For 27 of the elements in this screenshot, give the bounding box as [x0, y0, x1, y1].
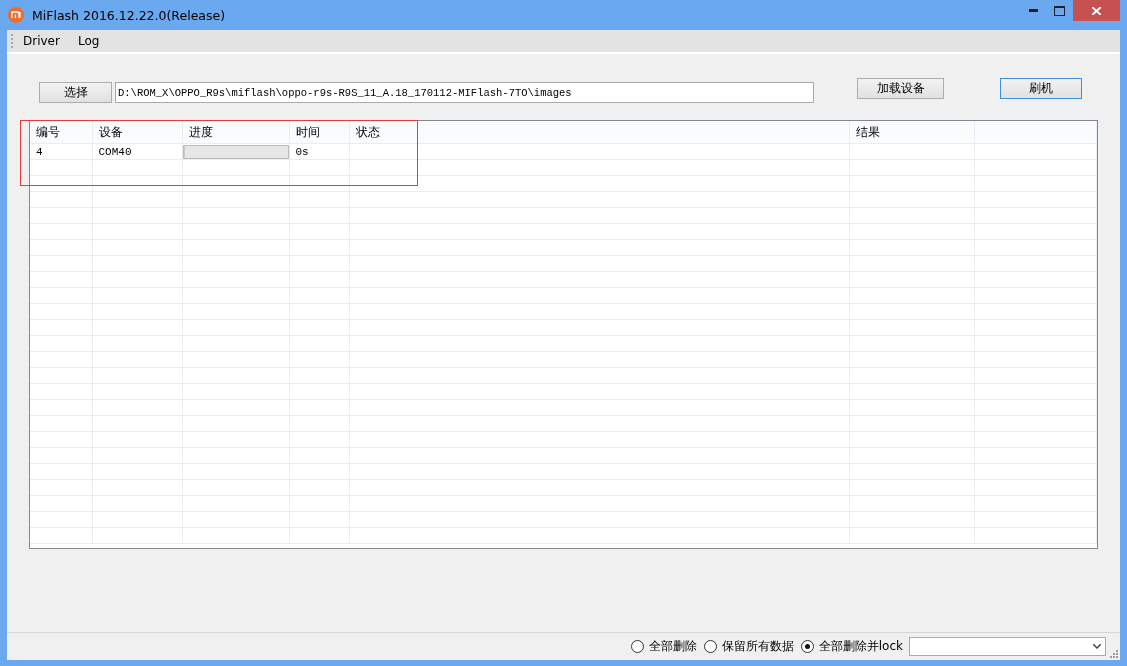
- select-button[interactable]: 选择: [39, 82, 112, 103]
- app-logo-icon: [8, 7, 24, 23]
- table-cell: 0s: [289, 143, 349, 160]
- column-header[interactable]: 编号: [30, 121, 92, 144]
- column-header[interactable]: 进度: [182, 121, 289, 144]
- grip-icon: [11, 33, 14, 49]
- table-cell: COM40: [92, 143, 182, 160]
- close-button[interactable]: [1073, 0, 1120, 21]
- table-cell: 4: [30, 143, 92, 160]
- menu-item[interactable]: Driver: [14, 34, 69, 48]
- window-title: MiFlash 2016.12.22.0(Release): [32, 7, 226, 23]
- column-header[interactable]: 状态: [349, 121, 849, 144]
- close-icon: [1092, 6, 1101, 15]
- column-header[interactable]: 时间: [289, 121, 349, 144]
- flash-button[interactable]: 刷机: [1000, 78, 1082, 99]
- load-devices-button[interactable]: 加载设备: [857, 78, 944, 99]
- maximize-icon: [1054, 5, 1065, 16]
- minimize-icon: [1028, 9, 1038, 12]
- radio-option[interactable]: 全部删除并lock: [800, 638, 903, 655]
- column-header[interactable]: 设备: [92, 121, 182, 144]
- radio-option[interactable]: 全部删除: [630, 638, 697, 655]
- radio-option[interactable]: 保留所有数据: [703, 638, 794, 655]
- path-field[interactable]: D:\ROM_X\OPPO_R9s\miflash\oppo-r9s-R9S_11_A.18_170112-MIFlash-7TO\images: [115, 82, 814, 103]
- resize-grip-icon: [1108, 648, 1118, 658]
- column-header[interactable]: 结果: [849, 121, 974, 144]
- menu-item[interactable]: Log: [68, 34, 109, 48]
- caret-icon: [1093, 644, 1101, 649]
